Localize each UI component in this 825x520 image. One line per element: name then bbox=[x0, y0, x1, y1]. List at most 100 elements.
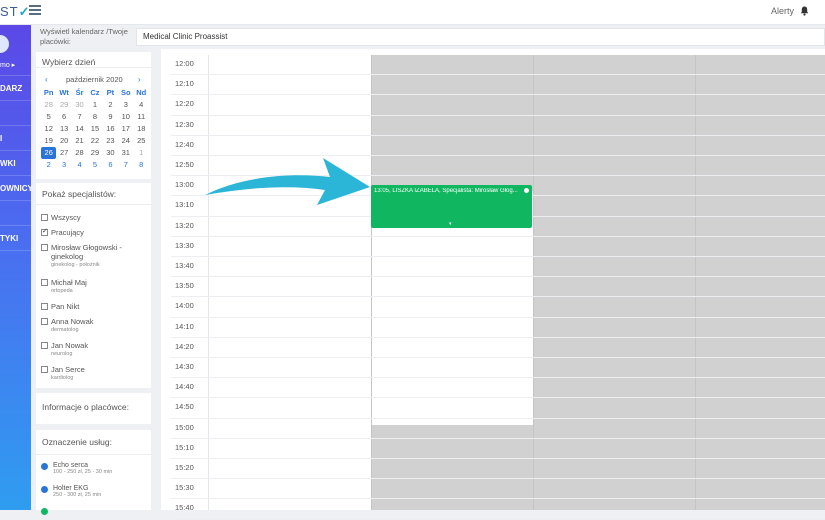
sidebar-item-7[interactable]: TYKI bbox=[0, 225, 31, 250]
day-cell[interactable]: 7 bbox=[72, 111, 87, 123]
day-cell[interactable]: 15 bbox=[87, 123, 102, 135]
time-slot-row[interactable]: 14:30 bbox=[171, 358, 825, 379]
checkbox[interactable] bbox=[41, 244, 48, 251]
day-cell[interactable]: 23 bbox=[103, 135, 118, 147]
time-slot-row[interactable]: 15:30 bbox=[171, 479, 825, 500]
specialist-option[interactable]: Jan Serce kardiolog bbox=[41, 365, 149, 381]
checkbox-checked[interactable] bbox=[41, 227, 48, 236]
day-cell[interactable]: 30 bbox=[103, 147, 118, 159]
specialist-option[interactable]: Mirosław Głogowski - ginekolog ginekolog … bbox=[41, 243, 149, 268]
checkbox[interactable] bbox=[41, 279, 48, 286]
day-cell[interactable]: 4 bbox=[134, 99, 149, 111]
day-cell[interactable]: 8 bbox=[87, 111, 102, 123]
resize-handle[interactable]: ▾ bbox=[449, 221, 452, 227]
time-slot-row[interactable]: 15:40 bbox=[171, 499, 825, 520]
day-cell[interactable]: 7 bbox=[118, 159, 133, 171]
appointment-info-icon[interactable] bbox=[524, 188, 529, 193]
checkbox[interactable] bbox=[41, 303, 48, 310]
clinic-info-panel: Informacje o placówce: bbox=[36, 393, 151, 424]
day-cell[interactable]: 28 bbox=[41, 99, 56, 111]
day-cell[interactable]: 12 bbox=[41, 123, 56, 135]
time-slot-row[interactable]: 13:50 bbox=[171, 277, 825, 298]
sidebar-item-3[interactable]: I bbox=[0, 125, 31, 150]
day-cell[interactable]: 2 bbox=[41, 159, 56, 171]
checkbox[interactable] bbox=[41, 214, 48, 221]
day-cell[interactable]: 10 bbox=[118, 111, 133, 123]
day-cell[interactable]: 5 bbox=[41, 111, 56, 123]
sidebar-item-2[interactable] bbox=[0, 100, 31, 125]
appointment-event[interactable]: 13:05, LISZKA IZABELA, Specjalista: Miro… bbox=[371, 185, 532, 228]
sidebar-item-calendar[interactable]: DARZ bbox=[0, 75, 31, 100]
avatar[interactable] bbox=[0, 35, 9, 53]
day-cell[interactable]: 9 bbox=[103, 111, 118, 123]
selected-day-cell[interactable]: 26 bbox=[41, 147, 57, 159]
sidebar-item-5[interactable]: OWNICY bbox=[0, 175, 31, 200]
day-cell[interactable]: 29 bbox=[87, 147, 102, 159]
day-cell[interactable]: 6 bbox=[103, 159, 118, 171]
day-cell[interactable]: 24 bbox=[118, 135, 133, 147]
day-cell[interactable]: 30 bbox=[72, 99, 87, 111]
time-slot-row[interactable]: 14:50 bbox=[171, 398, 825, 419]
alerts-label: Alerty bbox=[770, 6, 794, 16]
day-cell[interactable]: 20 bbox=[56, 135, 71, 147]
day-cell[interactable]: 22 bbox=[87, 135, 102, 147]
time-slot-row[interactable]: 13:30 bbox=[171, 237, 825, 257]
time-slot-row[interactable]: 12:40 bbox=[171, 136, 825, 156]
day-cell[interactable]: 19 bbox=[41, 135, 56, 147]
time-slot-row[interactable]: 12:20 bbox=[171, 95, 825, 116]
time-label: 13:20 bbox=[175, 220, 194, 230]
prev-month-button[interactable]: ‹ bbox=[45, 75, 48, 84]
time-label: 14:50 bbox=[175, 402, 194, 412]
day-cell[interactable]: 1 bbox=[87, 99, 102, 111]
day-cell[interactable]: 11 bbox=[134, 111, 149, 123]
day-cell[interactable]: 14 bbox=[72, 123, 87, 135]
time-slot-row[interactable]: 13:40 bbox=[171, 257, 825, 278]
time-slot-row[interactable]: 15:00 bbox=[171, 419, 825, 439]
checkbox[interactable] bbox=[41, 342, 48, 349]
time-slot-row[interactable]: 15:20 bbox=[171, 459, 825, 480]
day-cell[interactable]: 17 bbox=[118, 123, 133, 135]
specialist-option[interactable]: Jan Nowak neurolog bbox=[41, 341, 149, 357]
day-cell[interactable]: 27 bbox=[56, 147, 71, 159]
alerts-button[interactable]: Alerty bbox=[771, 6, 809, 16]
day-cell[interactable]: 31 bbox=[118, 147, 133, 159]
specialist-option[interactable]: Pracujący bbox=[41, 227, 149, 237]
specialist-option[interactable]: Anna Nowak dermatolog bbox=[41, 317, 149, 333]
checkbox[interactable] bbox=[41, 318, 48, 325]
day-cell[interactable]: 28 bbox=[72, 147, 87, 159]
time-slot-row[interactable]: 14:00 bbox=[171, 297, 825, 318]
day-cell[interactable]: 18 bbox=[134, 123, 149, 135]
logo[interactable]: ST✓ bbox=[0, 4, 31, 20]
day-cell[interactable]: 1 bbox=[134, 147, 149, 159]
user-menu[interactable]: mo ▸ bbox=[0, 61, 15, 69]
sidebar-item-6[interactable] bbox=[0, 200, 31, 225]
time-slot-row[interactable]: 15:10 bbox=[171, 439, 825, 459]
specialist-option[interactable]: Pan Nikt bbox=[41, 302, 149, 311]
time-slot-row[interactable]: 14:20 bbox=[171, 338, 825, 358]
checkbox[interactable] bbox=[41, 366, 48, 373]
specialist-option[interactable]: Michał Maj ortopeda bbox=[41, 278, 149, 294]
menu-toggle-icon[interactable] bbox=[29, 5, 41, 17]
day-cell[interactable]: 29 bbox=[56, 99, 71, 111]
clinic-select[interactable]: Medical Clinic Proassist bbox=[136, 28, 825, 46]
day-cell[interactable]: 8 bbox=[134, 159, 149, 171]
time-slot-row[interactable]: 12:10 bbox=[171, 75, 825, 96]
day-cell[interactable]: 16 bbox=[103, 123, 118, 135]
day-cell[interactable]: 6 bbox=[56, 111, 71, 123]
time-slot-row[interactable]: 12:30 bbox=[171, 116, 825, 136]
specialist-specialty: ginekolog - położnik bbox=[51, 262, 100, 268]
time-slot-row[interactable]: 14:40 bbox=[171, 378, 825, 399]
day-cell[interactable]: 25 bbox=[134, 135, 149, 147]
day-cell[interactable]: 4 bbox=[72, 159, 87, 171]
day-cell[interactable]: 3 bbox=[56, 159, 71, 171]
day-cell[interactable]: 5 bbox=[87, 159, 102, 171]
next-month-button[interactable]: › bbox=[138, 75, 141, 84]
specialist-option[interactable]: Wszyscy bbox=[41, 213, 149, 222]
time-slot-row[interactable]: 14:10 bbox=[171, 318, 825, 338]
day-cell[interactable]: 3 bbox=[118, 99, 133, 111]
time-slot-row[interactable]: 12:00 bbox=[171, 55, 825, 76]
day-cell[interactable]: 2 bbox=[103, 99, 118, 111]
day-cell[interactable]: 21 bbox=[72, 135, 87, 147]
sidebar-item-4[interactable]: WKI bbox=[0, 150, 31, 175]
day-cell[interactable]: 13 bbox=[56, 123, 71, 135]
